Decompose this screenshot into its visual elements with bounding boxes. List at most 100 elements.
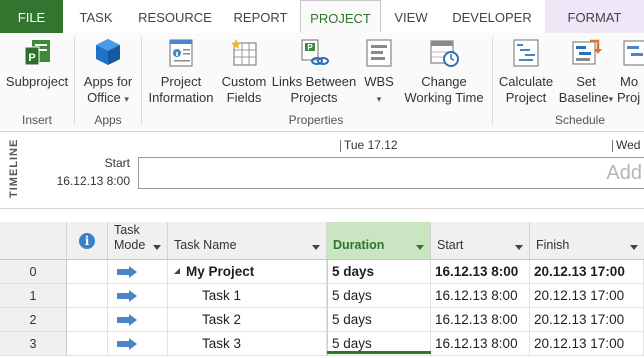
table-row[interactable]: 1 Task 1 5 days 16.12.13 8:00 20.12.13 1… <box>0 284 644 308</box>
dropdown-arrow-icon: ▾ <box>376 94 382 104</box>
dropdown-arrow-icon: ▾ <box>124 94 129 104</box>
task-name-cell[interactable]: Task 1 <box>168 284 327 308</box>
pane-gap <box>0 209 644 222</box>
auto-scheduled-icon <box>117 338 137 350</box>
row-id[interactable]: 1 <box>0 284 67 308</box>
finish-cell[interactable]: 20.12.13 17:00 <box>530 308 644 332</box>
task-name-column-header[interactable]: Task Name <box>168 222 327 260</box>
task-mode-header-line1: Task <box>114 223 140 237</box>
tab-task[interactable]: TASK <box>63 0 129 33</box>
timeline-tick-mark <box>340 139 341 152</box>
indicators-cell <box>67 308 108 332</box>
row-id[interactable]: 2 <box>0 308 67 332</box>
duration-cell[interactable]: 5 days <box>327 284 431 308</box>
dropdown-arrow-icon[interactable] <box>312 245 320 250</box>
task-mode-header-label: Task Mode <box>114 223 145 253</box>
ribbon-tab-bar: FILE TASK RESOURCE REPORT PROJECT VIEW D… <box>0 0 644 34</box>
subproject-button[interactable]: P Subproject <box>4 37 70 90</box>
task-name-cell[interactable]: Task 2 <box>168 308 327 332</box>
timeline-tick: Tue 17.12 <box>340 138 398 152</box>
timeline-tick: Wed <box>612 138 640 152</box>
group-label-properties: Properties <box>288 113 344 127</box>
finish-cell[interactable]: 20.12.13 17:00 <box>530 260 644 284</box>
dropdown-arrow-icon[interactable] <box>153 245 161 250</box>
task-mode-cell[interactable] <box>108 308 168 332</box>
info-icon: i <box>79 233 95 249</box>
change-working-time-line1: Change <box>421 74 467 89</box>
timeline-tick-label: Wed <box>616 138 641 152</box>
select-all-corner[interactable] <box>0 222 67 260</box>
collapse-triangle-icon[interactable] <box>174 268 180 274</box>
finish-cell[interactable]: 20.12.13 17:00 <box>530 332 644 356</box>
custom-fields-line2: Fields <box>226 90 262 105</box>
start-cell[interactable]: 16.12.13 8:00 <box>431 284 530 308</box>
tab-developer[interactable]: DEVELOPER <box>441 0 543 33</box>
task-mode-cell[interactable] <box>108 260 168 284</box>
task-name-header-label: Task Name <box>174 238 237 252</box>
tab-file[interactable]: FILE <box>0 0 63 33</box>
wbs-icon <box>366 39 392 67</box>
duration-column-header[interactable]: Duration <box>327 222 431 260</box>
finish-cell[interactable]: 20.12.13 17:00 <box>530 284 644 308</box>
project-information-button[interactable]: Project Information <box>144 37 218 106</box>
start-cell[interactable]: 16.12.13 8:00 <box>431 308 530 332</box>
duration-cell[interactable]: 5 days <box>327 308 431 332</box>
start-cell[interactable]: 16.12.13 8:00 <box>431 332 530 356</box>
task-name-cell[interactable]: My Project <box>168 260 327 284</box>
start-column-header[interactable]: Start <box>431 222 530 260</box>
task-mode-cell[interactable] <box>108 284 168 308</box>
finish-column-header[interactable]: Finish <box>530 222 644 260</box>
links-between-projects-button[interactable]: P Links Between Projects <box>270 37 358 106</box>
move-project-button[interactable]: Mo Proj <box>617 37 644 106</box>
apps-for-office-button[interactable]: Apps for Office ▾ <box>78 37 138 107</box>
custom-fields-line1: Custom <box>221 74 267 89</box>
apps-icon <box>96 39 120 65</box>
start-header-label: Start <box>437 238 464 252</box>
auto-scheduled-icon <box>117 290 137 302</box>
group-separator <box>492 37 493 125</box>
table-row[interactable]: 0 My Project 5 days 16.12.13 8:00 20.12.… <box>0 260 644 284</box>
wbs-label: WBS <box>364 74 394 89</box>
dropdown-arrow-icon[interactable] <box>515 245 523 250</box>
tab-project[interactable]: PROJECT <box>300 0 381 33</box>
row-id[interactable]: 0 <box>0 260 67 284</box>
task-mode-column-header[interactable]: Task Mode <box>108 222 168 260</box>
start-cell[interactable]: 16.12.13 8:00 <box>431 260 530 284</box>
project-information-line1: Project <box>160 74 202 89</box>
table-row[interactable]: 3 Task 3 5 days 16.12.13 8:00 20.12.13 1… <box>0 332 644 356</box>
row-id[interactable]: 3 <box>0 332 67 356</box>
links-between-projects-icon: P <box>301 39 329 65</box>
table-row[interactable]: 2 Task 2 5 days 16.12.13 8:00 20.12.13 1… <box>0 308 644 332</box>
group-separator <box>141 37 142 125</box>
timeline-bar[interactable]: Add <box>138 157 644 189</box>
task-mode-header-line2: Mode <box>114 238 146 252</box>
custom-fields-button[interactable]: Custom Fields <box>218 37 270 106</box>
tab-format[interactable]: FORMAT <box>545 0 644 33</box>
tab-view[interactable]: VIEW <box>381 0 441 33</box>
move-project-line1: Mo <box>620 74 639 89</box>
auto-scheduled-icon <box>117 266 137 278</box>
task-mode-cell[interactable] <box>108 332 168 356</box>
task-name-text: My Project <box>186 264 255 279</box>
set-baseline-line1: Set <box>576 74 596 89</box>
wbs-button[interactable]: WBS ▾ <box>358 37 400 107</box>
task-name-cell[interactable]: Task 3 <box>168 332 327 356</box>
change-working-time-button[interactable]: Change Working Time <box>400 37 488 106</box>
apps-label-line2: Office <box>87 90 121 105</box>
set-baseline-button[interactable]: Set Baseline▾ <box>557 37 615 107</box>
tab-report[interactable]: REPORT <box>221 0 300 33</box>
calculate-project-line2: Project <box>505 90 547 105</box>
tab-resource[interactable]: RESOURCE <box>129 0 221 33</box>
timeline-start-label: Start <box>104 156 130 170</box>
timeline-add-hint: Add <box>606 162 642 184</box>
indicators-column-header[interactable]: i <box>67 222 108 260</box>
timeline-pane[interactable]: TIMELINE Start 16.12.13 8:00 Tue 17.12 W… <box>0 132 644 209</box>
calculate-project-button[interactable]: Calculate Project <box>495 37 557 106</box>
dropdown-arrow-icon[interactable] <box>416 245 424 250</box>
svg-text:P: P <box>307 43 313 52</box>
dropdown-arrow-icon[interactable] <box>630 245 638 250</box>
duration-cell[interactable]: 5 days <box>327 260 431 284</box>
timeline-start-date: 16.12.13 8:00 <box>56 174 130 188</box>
ribbon: P Subproject Insert Apps for Office ▾ Ap… <box>0 33 644 132</box>
group-separator <box>74 37 75 125</box>
